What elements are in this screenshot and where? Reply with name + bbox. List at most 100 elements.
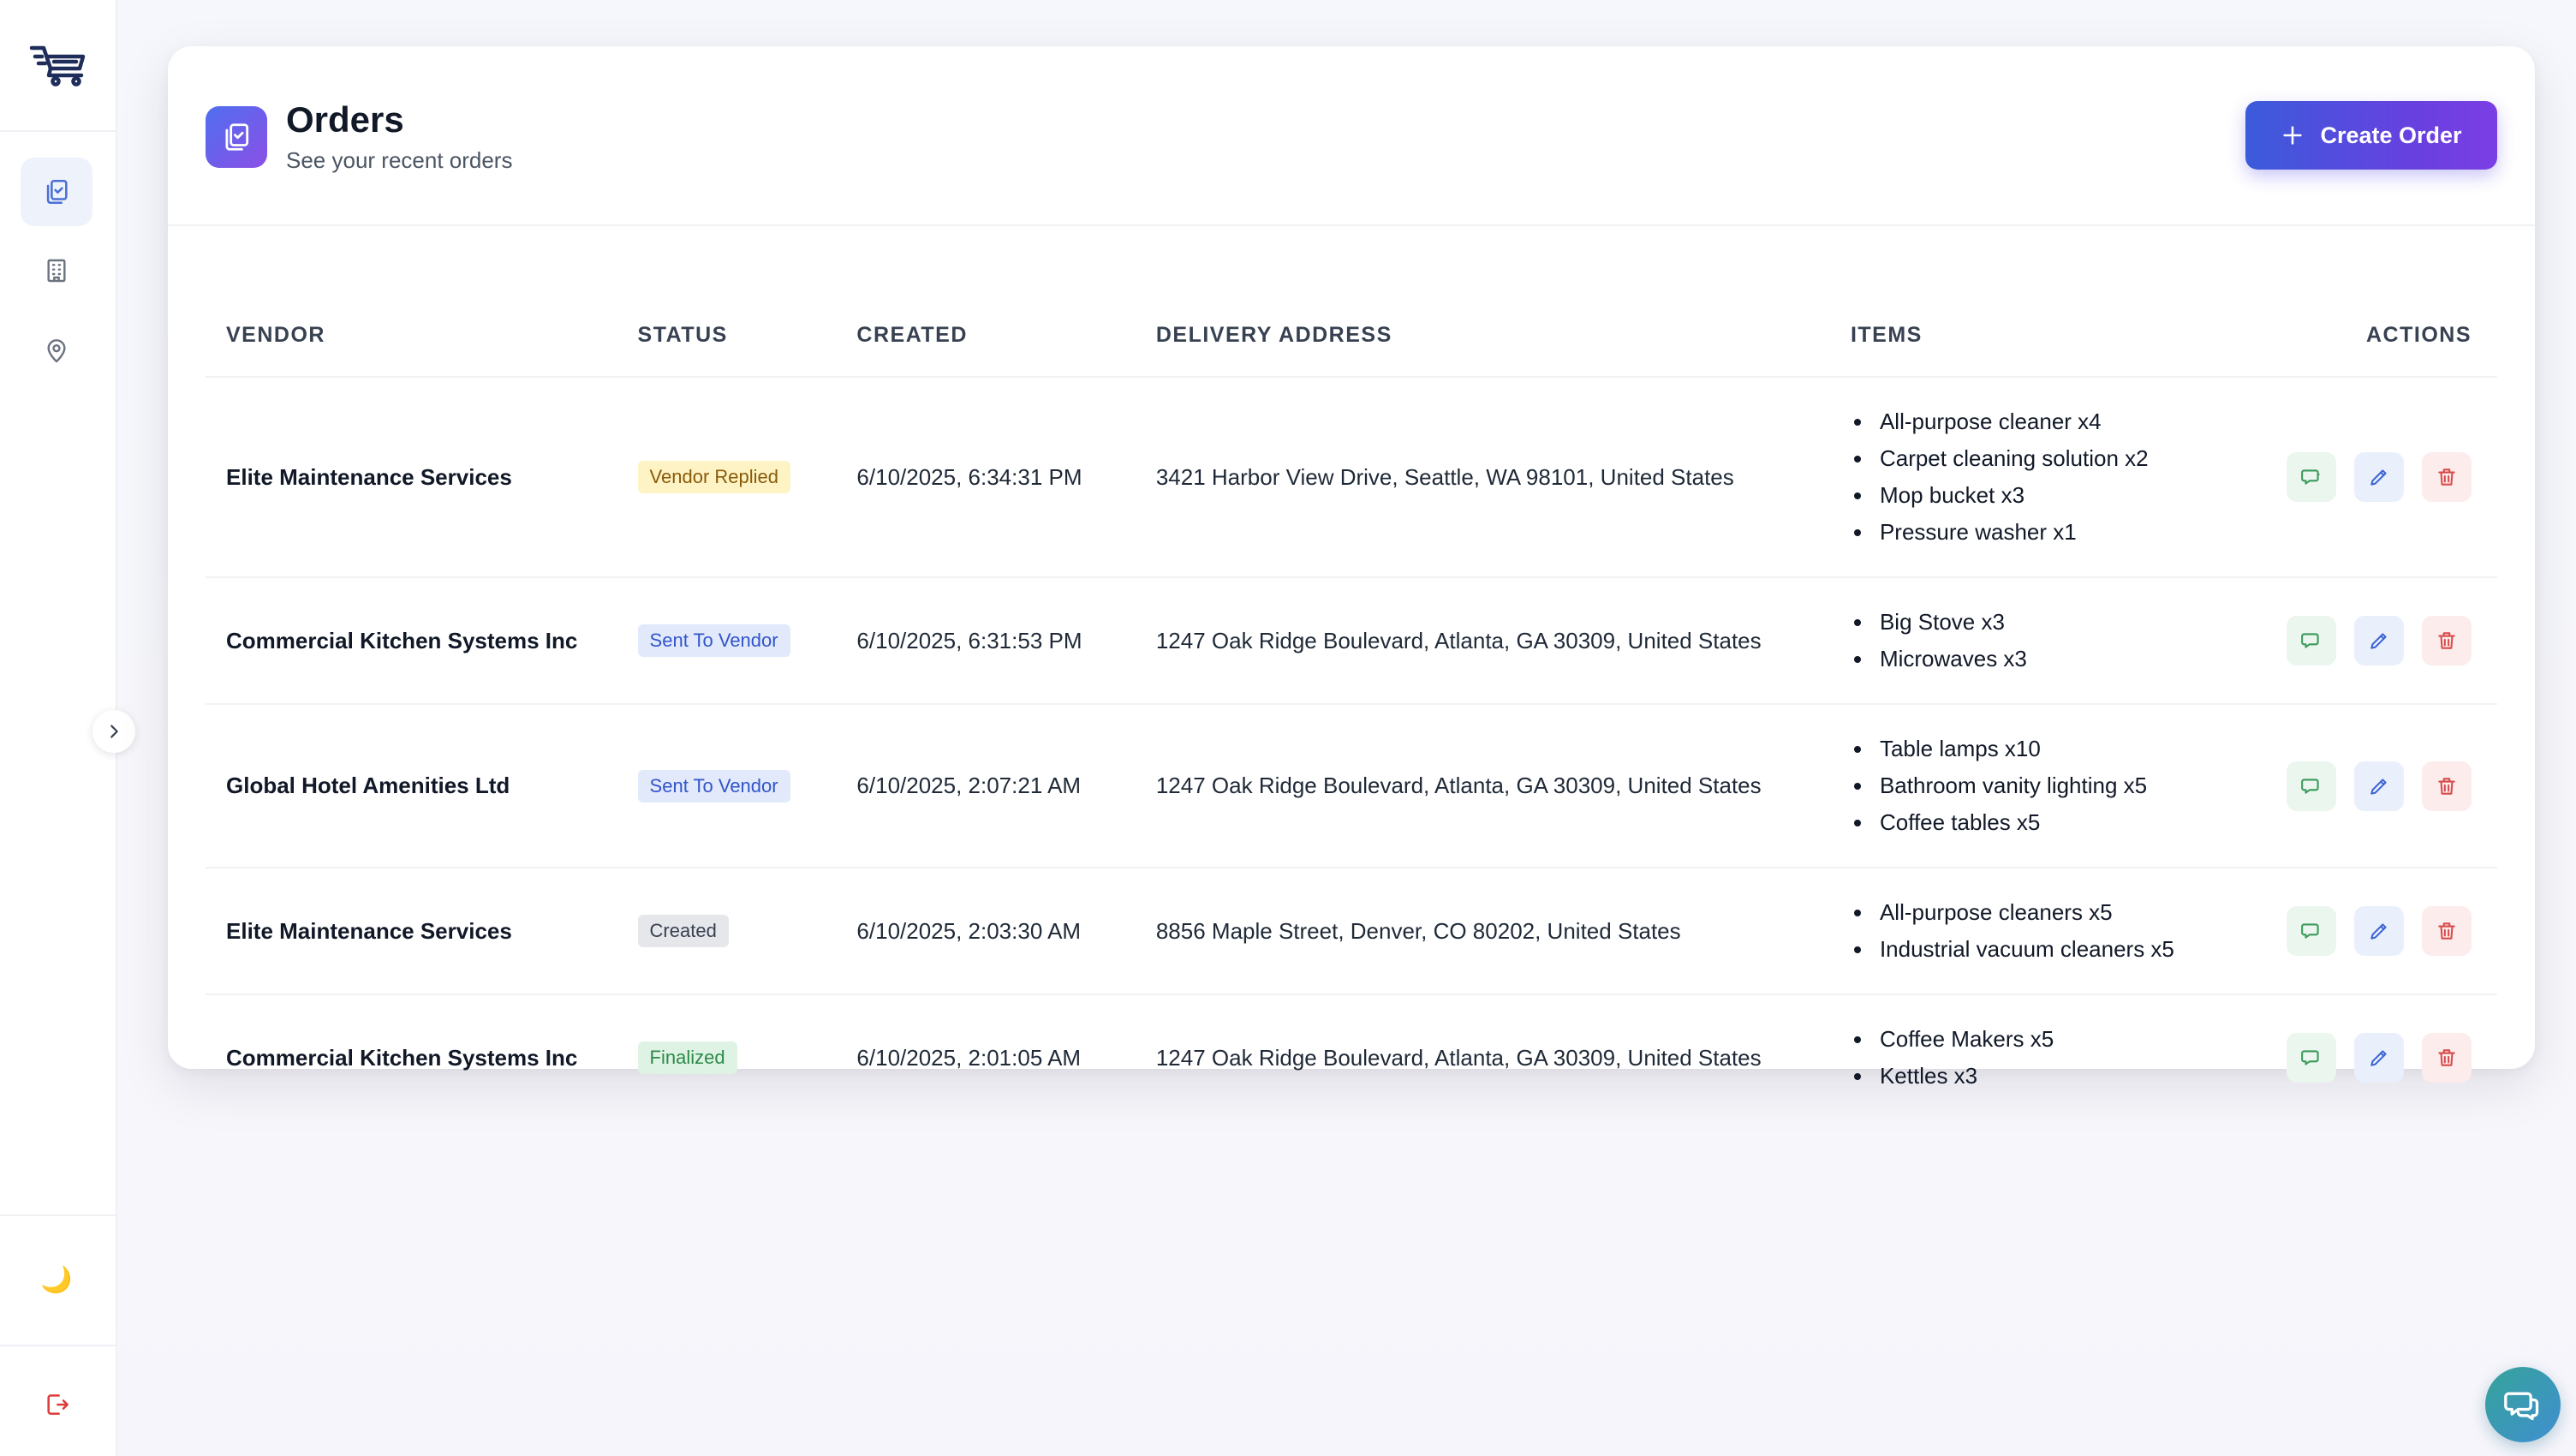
- delete-order-button[interactable]: [2422, 906, 2472, 956]
- logout-button[interactable]: [21, 1370, 92, 1439]
- table-header-row: VENDOR STATUS CREATED DELIVERY ADDRESS I…: [206, 295, 2497, 378]
- created-timestamp: 6/10/2025, 2:01:05 AM: [856, 1044, 1082, 1071]
- list-item: Coffee Makers x5: [1851, 1021, 2254, 1058]
- delivery-address: 1247 Oak Ridge Boulevard, Atlanta, GA 30…: [1135, 577, 1830, 705]
- list-item: Pressure washer x1: [1851, 514, 2254, 551]
- trash-icon: [2438, 922, 2455, 940]
- table-row[interactable]: Elite Maintenance Services Created 6/10/…: [206, 868, 2497, 995]
- plus-icon: [2283, 126, 2303, 145]
- support-chat-button[interactable]: [2485, 1367, 2561, 1442]
- building-icon: [47, 259, 66, 283]
- trash-icon: [2438, 777, 2455, 795]
- clipboard-check-icon: [225, 123, 249, 151]
- pencil-icon: [2370, 469, 2387, 486]
- chevron-right-icon: [110, 725, 118, 738]
- items-list: Coffee Makers x5 Kettles x3: [1851, 995, 2254, 1120]
- column-header-actions: ACTIONS: [2253, 295, 2497, 378]
- delete-order-button[interactable]: [2422, 452, 2472, 502]
- items-list: Big Stove x3 Microwaves x3: [1851, 578, 2254, 703]
- status-badge: Sent To Vendor: [637, 769, 790, 803]
- table-row[interactable]: Commercial Kitchen Systems Inc Sent To V…: [206, 577, 2497, 705]
- vendor-name: Commercial Kitchen Systems Inc: [226, 1044, 578, 1071]
- delivery-cart-icon: [29, 45, 85, 87]
- trash-icon: [2438, 1049, 2455, 1066]
- vendor-name: Global Hotel Amenities Ltd: [226, 773, 510, 798]
- created-timestamp: 6/10/2025, 6:34:31 PM: [836, 377, 1136, 578]
- column-header-status[interactable]: STATUS: [617, 295, 837, 378]
- theme-toggle[interactable]: 🌙: [21, 1245, 92, 1314]
- app-root: 🌙 Orders See your recent orders Create O…: [0, 0, 2576, 1456]
- created-timestamp: 6/10/2025, 2:03:30 AM: [836, 868, 1136, 995]
- status-badge: Vendor Replied: [637, 461, 790, 493]
- create-order-label: Create Order: [2320, 122, 2462, 148]
- status-badge: Created: [637, 915, 729, 947]
- delivery-address: 1247 Oak Ridge Boulevard, Atlanta, GA 30…: [1135, 704, 1830, 868]
- edit-order-button[interactable]: [2353, 761, 2404, 811]
- chat-icon: [2300, 778, 2319, 794]
- vendor-name: Elite Maintenance Services: [226, 917, 512, 944]
- sidebar-item-locations[interactable]: [21, 317, 92, 385]
- trash-icon: [2438, 468, 2455, 486]
- message-vendor-button[interactable]: [2286, 452, 2336, 502]
- items-list: All-purpose cleaner x4 Carpet cleaning s…: [1851, 378, 2254, 576]
- orders-title-icon: [206, 106, 267, 168]
- message-vendor-button[interactable]: [2286, 616, 2336, 665]
- table-row[interactable]: Elite Maintenance Services Vendor Replie…: [206, 377, 2497, 578]
- page-subtitle: See your recent orders: [286, 147, 513, 173]
- items-list: Table lamps x10 Bathroom vanity lighting…: [1851, 705, 2254, 867]
- list-item: Microwaves x3: [1851, 641, 2254, 677]
- chat-icon: [2300, 1050, 2319, 1065]
- delete-order-button[interactable]: [2422, 616, 2472, 665]
- edit-order-button[interactable]: [2353, 616, 2404, 665]
- delivery-address: 8856 Maple Street, Denver, CO 80202, Uni…: [1135, 868, 1830, 995]
- logout-icon: [47, 1394, 69, 1415]
- chat-icon: [2300, 923, 2319, 939]
- pencil-icon: [2370, 778, 2387, 795]
- sidebar-item-buildings[interactable]: [21, 236, 92, 305]
- edit-order-button[interactable]: [2353, 452, 2404, 502]
- map-pin-icon: [47, 339, 66, 363]
- list-item: Mop bucket x3: [1851, 477, 2254, 514]
- edit-order-button[interactable]: [2353, 1033, 2404, 1083]
- list-item: Kettles x3: [1851, 1058, 2254, 1095]
- edit-order-button[interactable]: [2353, 906, 2404, 956]
- trash-icon: [2438, 632, 2455, 649]
- sidebar-item-orders[interactable]: [21, 158, 92, 226]
- table-row[interactable]: Global Hotel Amenities Ltd Sent To Vendo…: [206, 704, 2497, 868]
- list-item: Coffee tables x5: [1851, 804, 2254, 841]
- column-header-vendor[interactable]: VENDOR: [206, 295, 617, 378]
- message-vendor-button[interactable]: [2286, 1033, 2336, 1083]
- table-row[interactable]: Commercial Kitchen Systems Inc Finalized…: [206, 994, 2497, 1120]
- status-badge: Sent To Vendor: [637, 624, 790, 657]
- message-vendor-button[interactable]: [2286, 761, 2336, 811]
- delivery-address: 3421 Harbor View Drive, Seattle, WA 9810…: [1135, 377, 1830, 578]
- column-header-created[interactable]: CREATED: [836, 295, 1136, 378]
- message-vendor-button[interactable]: [2286, 906, 2336, 956]
- pencil-icon: [2370, 923, 2387, 940]
- delete-order-button[interactable]: [2422, 1033, 2472, 1083]
- vendor-name: Commercial Kitchen Systems Inc: [226, 627, 578, 653]
- status-badge: Finalized: [637, 1041, 737, 1074]
- pencil-icon: [2370, 1050, 2387, 1066]
- list-item: Big Stove x3: [1851, 604, 2254, 641]
- list-item: Industrial vacuum cleaners x5: [1851, 931, 2254, 968]
- delete-order-button[interactable]: [2422, 761, 2472, 811]
- created-timestamp: 6/10/2025, 6:31:53 PM: [836, 577, 1136, 705]
- orders-card: Orders See your recent orders Create Ord…: [168, 46, 2535, 1089]
- create-order-button[interactable]: Create Order: [2245, 101, 2497, 170]
- column-header-delivery-address[interactable]: DELIVERY ADDRESS: [1135, 295, 1830, 378]
- chat-icon: [2300, 469, 2320, 485]
- list-item: All-purpose cleaners x5: [1851, 894, 2254, 931]
- column-header-items[interactable]: ITEMS: [1829, 295, 2254, 378]
- chat-icon: [2300, 633, 2319, 648]
- delivery-address: 1247 Oak Ridge Boulevard, Atlanta, GA 30…: [1155, 1044, 1762, 1071]
- moon-icon: 🌙: [40, 1265, 73, 1294]
- vendor-name: Elite Maintenance Services: [226, 463, 512, 490]
- list-item: Carpet cleaning solution x2: [1851, 440, 2254, 477]
- list-item: Table lamps x10: [1851, 731, 2254, 767]
- items-list: All-purpose cleaners x5 Industrial vacuu…: [1851, 868, 2254, 994]
- sidebar-logo[interactable]: [0, 0, 116, 132]
- sidebar-divider: [0, 1214, 116, 1216]
- orders-table: VENDOR STATUS CREATED DELIVERY ADDRESS I…: [206, 295, 2497, 1120]
- sidebar-expand-button[interactable]: [92, 710, 135, 753]
